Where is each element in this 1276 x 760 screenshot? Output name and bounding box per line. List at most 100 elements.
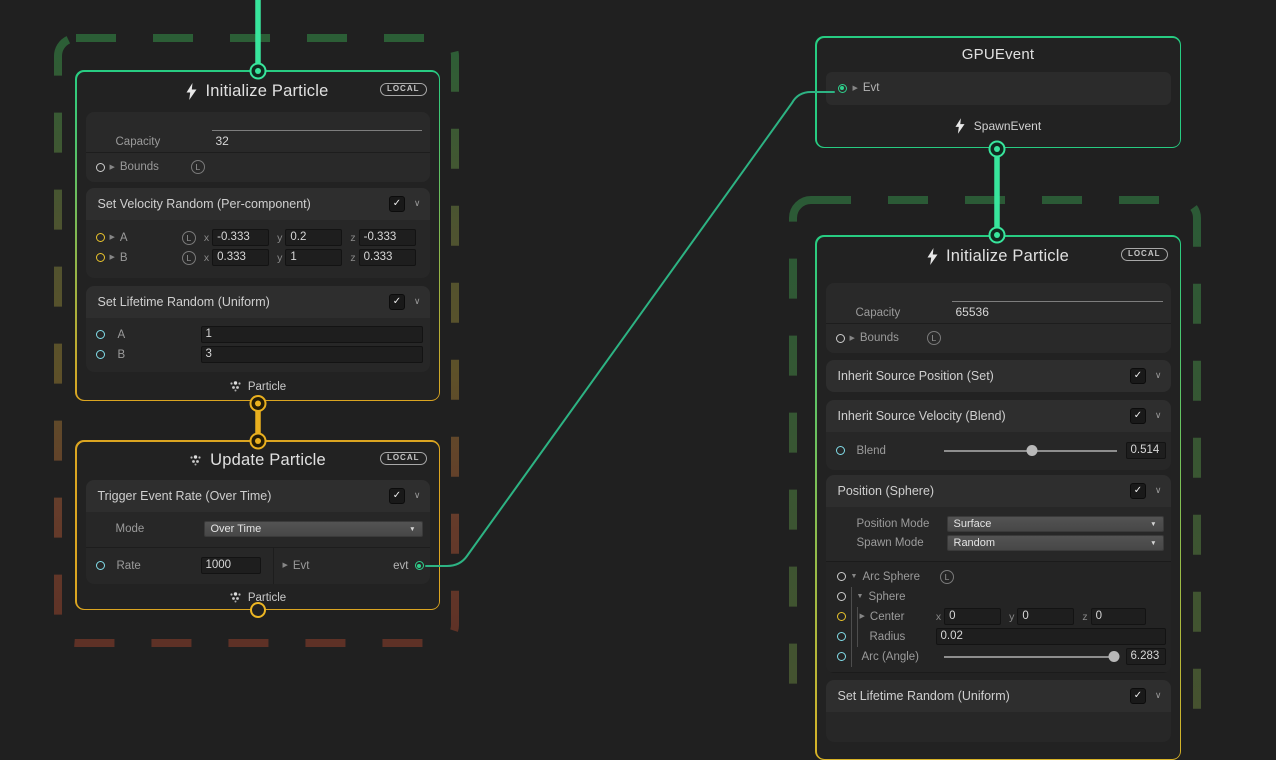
- capacity-label: Capacity: [856, 307, 952, 319]
- expander-icon[interactable]: ▶: [283, 562, 288, 569]
- node-title-bar[interactable]: Update Particle LOCAL: [77, 442, 439, 480]
- center-x-field[interactable]: 0: [944, 608, 1001, 625]
- local-space-icon[interactable]: L: [182, 231, 196, 245]
- expander-icon[interactable]: ▶: [860, 613, 865, 620]
- chevron-down-icon[interactable]: ∨: [1155, 410, 1162, 421]
- block-header[interactable]: Position (Sphere) ✓ ∨: [826, 475, 1171, 507]
- center-port[interactable]: [837, 612, 846, 621]
- blend-port[interactable]: [836, 446, 845, 455]
- initialize-particle-node-left[interactable]: Initialize Particle LOCAL Capacity 32 ▶ …: [75, 70, 440, 401]
- block-enabled-checkbox[interactable]: ✓: [1130, 483, 1146, 499]
- chevron-down-icon[interactable]: ∨: [414, 296, 421, 307]
- bounds-port[interactable]: [836, 334, 845, 343]
- b-x-field[interactable]: 0.333: [212, 249, 269, 266]
- chevron-down-icon[interactable]: ∨: [1155, 370, 1162, 381]
- a-y-field[interactable]: 0.2: [285, 229, 342, 246]
- block-enabled-checkbox[interactable]: ✓: [1130, 408, 1146, 424]
- a-label: A: [120, 232, 182, 244]
- inherit-source-velocity-block: Inherit Source Velocity (Blend) ✓ ∨ Blen…: [826, 400, 1171, 470]
- expander-icon[interactable]: ▶: [110, 164, 115, 171]
- bounds-port[interactable]: [96, 163, 105, 172]
- spawn-mode-label: Spawn Mode: [857, 537, 947, 549]
- chevron-down-icon[interactable]: ∨: [1155, 690, 1162, 701]
- a-x-field[interactable]: -0.333: [212, 229, 269, 246]
- node-title-bar[interactable]: Initialize Particle LOCAL: [817, 237, 1180, 277]
- mode-dropdown[interactable]: Over Time ▼: [204, 521, 423, 537]
- particle-icon: [189, 455, 202, 466]
- block-header[interactable]: Set Velocity Random (Per-component) ✓ ∨: [86, 188, 430, 220]
- arc-sphere-row: ▼ Arc Sphere L: [826, 567, 1171, 587]
- expander-down-icon[interactable]: ▼: [851, 573, 858, 580]
- rate-port[interactable]: [96, 561, 105, 570]
- arc-angle-slider-handle[interactable]: [1108, 651, 1119, 662]
- radius-row: Radius 0.02: [826, 627, 1171, 647]
- b-field[interactable]: 3: [201, 346, 423, 363]
- expander-down-icon[interactable]: ▼: [857, 593, 864, 600]
- capacity-field[interactable]: 32: [212, 130, 422, 148]
- vfx-graph-canvas[interactable]: { "icons": { "check": "✓", "chevron_down…: [0, 0, 1276, 719]
- settings-block: Capacity 32 ▶ Bounds L: [86, 112, 430, 182]
- block-header[interactable]: Set Lifetime Random (Uniform) ✓ ∨: [826, 680, 1171, 712]
- block-enabled-checkbox[interactable]: ✓: [1130, 688, 1146, 704]
- blend-slider[interactable]: [944, 450, 1117, 452]
- center-y-field[interactable]: 0: [1017, 608, 1074, 625]
- rate-row: Rate 1000 ▶ Evt evt: [86, 548, 430, 584]
- b-port[interactable]: [96, 253, 105, 262]
- spawn-mode-value: Random: [954, 537, 996, 549]
- position-mode-dropdown[interactable]: Surface ▼: [947, 516, 1164, 532]
- sphere-port[interactable]: [837, 592, 846, 601]
- expander-icon[interactable]: ▶: [850, 335, 855, 342]
- evt-input-label: Evt: [863, 82, 880, 94]
- block-header[interactable]: Inherit Source Position (Set) ✓ ∨: [826, 360, 1171, 392]
- evt-output-port[interactable]: [415, 561, 424, 570]
- radius-port[interactable]: [837, 632, 846, 641]
- arc-angle-slider[interactable]: [944, 656, 1117, 658]
- block-enabled-checkbox[interactable]: ✓: [1130, 368, 1146, 384]
- local-space-icon[interactable]: L: [191, 160, 205, 174]
- a-port[interactable]: [96, 233, 105, 242]
- chevron-down-icon[interactable]: ∨: [1155, 485, 1162, 496]
- arc-angle-value-field[interactable]: 6.283: [1126, 648, 1166, 665]
- local-space-icon[interactable]: L: [182, 251, 196, 265]
- gpu-event-node[interactable]: GPUEvent ▶ Evt SpawnEvent: [815, 36, 1181, 148]
- evt-input-port[interactable]: [838, 84, 847, 93]
- b-port[interactable]: [96, 350, 105, 359]
- capacity-field[interactable]: 65536: [952, 301, 1163, 319]
- initialize-particle-node-right[interactable]: Initialize Particle LOCAL Capacity 65536…: [815, 235, 1181, 760]
- node-title-bar[interactable]: Initialize Particle LOCAL: [77, 72, 439, 112]
- block-header[interactable]: Inherit Source Velocity (Blend) ✓ ∨: [826, 400, 1171, 432]
- radius-field[interactable]: 0.02: [936, 628, 1166, 645]
- blend-value-field[interactable]: 0.514: [1126, 442, 1166, 459]
- arc-sphere-port[interactable]: [837, 572, 846, 581]
- b-z-field[interactable]: 0.333: [359, 249, 416, 266]
- local-space-icon[interactable]: L: [927, 331, 941, 345]
- update-particle-node[interactable]: Update Particle LOCAL Trigger Event Rate…: [75, 440, 440, 610]
- rate-field[interactable]: 1000: [201, 557, 261, 574]
- position-sphere-block: Position (Sphere) ✓ ∨ Position Mode Surf…: [826, 475, 1171, 673]
- expander-icon[interactable]: ▶: [110, 254, 115, 261]
- chevron-down-icon[interactable]: ∨: [414, 490, 421, 501]
- node-title-bar[interactable]: GPUEvent: [817, 38, 1180, 72]
- block-enabled-checkbox[interactable]: ✓: [389, 294, 405, 310]
- spawn-mode-dropdown[interactable]: Random ▼: [947, 535, 1164, 551]
- blend-slider-handle[interactable]: [1027, 445, 1038, 456]
- block-enabled-checkbox[interactable]: ✓: [389, 196, 405, 212]
- b-y-field[interactable]: 1: [285, 249, 342, 266]
- a-port[interactable]: [96, 330, 105, 339]
- bounds-label: Bounds: [120, 161, 159, 173]
- bolt-icon: [955, 118, 965, 134]
- block-header[interactable]: Trigger Event Rate (Over Time) ✓ ∨: [86, 480, 430, 512]
- arc-angle-port[interactable]: [837, 652, 846, 661]
- inherit-source-position-block: Inherit Source Position (Set) ✓ ∨: [826, 360, 1171, 392]
- block-header[interactable]: Set Lifetime Random (Uniform) ✓ ∨: [86, 286, 430, 318]
- a-field[interactable]: 1: [201, 326, 423, 343]
- expander-icon[interactable]: ▶: [110, 234, 115, 241]
- expander-icon[interactable]: ▶: [853, 85, 858, 92]
- chevron-down-icon[interactable]: ∨: [414, 198, 421, 209]
- a-z-field[interactable]: -0.333: [359, 229, 416, 246]
- center-z-field[interactable]: 0: [1091, 608, 1146, 625]
- capacity-row: Capacity 65536: [826, 283, 1171, 323]
- block-enabled-checkbox[interactable]: ✓: [389, 488, 405, 504]
- local-space-icon[interactable]: L: [940, 570, 954, 584]
- bounds-row: ▶ Bounds L: [826, 324, 1171, 353]
